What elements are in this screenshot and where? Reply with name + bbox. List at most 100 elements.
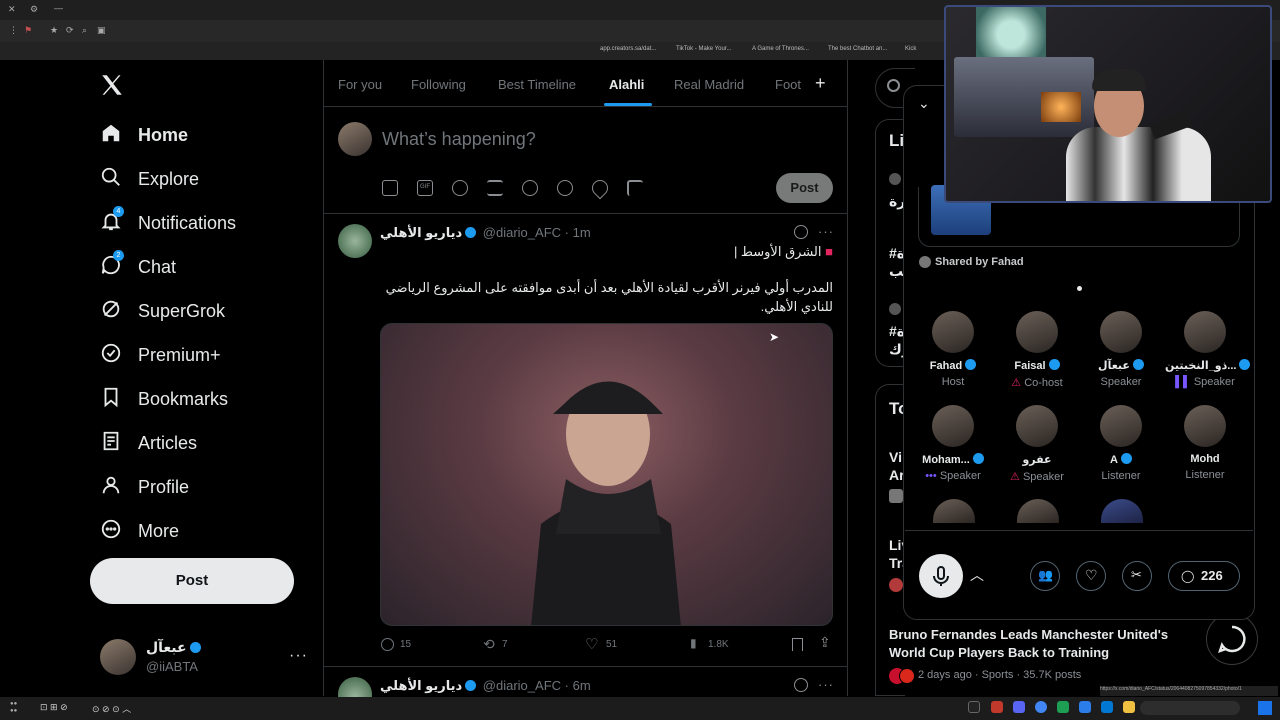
- nav-item-home[interactable]: Home: [100, 122, 188, 149]
- composer-input[interactable]: What’s happening?: [382, 129, 536, 150]
- repost-icon[interactable]: ⟲: [483, 636, 495, 653]
- tab-following[interactable]: Following: [411, 77, 466, 92]
- tweet-time[interactable]: · 6m: [565, 678, 591, 693]
- bookmark-item[interactable]: Kick: [905, 46, 916, 52]
- tab-for-you[interactable]: For you: [338, 77, 382, 92]
- nav-item-chat[interactable]: 2 Chat: [100, 250, 176, 281]
- poll-icon[interactable]: [487, 180, 503, 196]
- nav-item-supergrok[interactable]: SuperGrok: [100, 298, 225, 325]
- image-icon[interactable]: [382, 180, 398, 196]
- participant[interactable]: Fahad Host: [913, 311, 993, 388]
- like-icon[interactable]: ♡: [585, 635, 598, 653]
- bookmark-item[interactable]: A Game of Thrones...: [752, 46, 809, 52]
- schedule-icon[interactable]: [557, 180, 573, 196]
- participant[interactable]: ذو_النخبتين... ▌▌ Speaker: [1165, 311, 1251, 388]
- search-icon[interactable]: ⌕: [82, 25, 87, 36]
- tweet-author-name[interactable]: دياريو الأهلي: [380, 678, 462, 693]
- bookmark-item[interactable]: TikTok - Make Your...: [676, 46, 731, 52]
- tab-real-madrid[interactable]: Real Madrid: [674, 77, 744, 92]
- app-taskbar-icon[interactable]: [1057, 701, 1069, 713]
- emoji-icon[interactable]: [522, 180, 538, 196]
- nav-item-explore[interactable]: Explore: [100, 166, 199, 193]
- news-avatar: [889, 578, 903, 592]
- explorer-taskbar-icon[interactable]: [1123, 701, 1135, 713]
- floating-chat-button[interactable]: [1206, 613, 1258, 665]
- microphone-button[interactable]: [919, 554, 963, 598]
- window-minimize-icon[interactable]: —: [54, 3, 63, 13]
- bookmark-item[interactable]: app.creators.sa/dat...: [600, 46, 656, 52]
- participant[interactable]: عفرو ⚠ Speaker: [997, 405, 1077, 483]
- composer-post-button[interactable]: Post: [776, 173, 833, 203]
- verified-badge-icon: [965, 359, 977, 370]
- account-menu-icon[interactable]: ···: [289, 647, 308, 665]
- reload-icon[interactable]: ⟳: [66, 25, 74, 36]
- tweet-avatar[interactable]: [338, 224, 372, 258]
- people-button[interactable]: 👥: [1030, 561, 1060, 591]
- flag-icon[interactable]: [627, 180, 643, 196]
- tweet-image[interactable]: [380, 323, 833, 626]
- bookmark-item[interactable]: The best Chatbot an...: [828, 46, 887, 52]
- chrome-taskbar-icon[interactable]: [1035, 701, 1047, 713]
- nav-item-profile[interactable]: Profile: [100, 474, 189, 501]
- window-close-icon[interactable]: ✕: [8, 4, 16, 15]
- taskbar-clock[interactable]: ●● ●●: [10, 701, 17, 715]
- nav-label: Notifications: [138, 213, 237, 233]
- grok-explain-icon[interactable]: [794, 225, 808, 239]
- tweet-more-icon[interactable]: ···: [818, 677, 834, 692]
- taskbar-tray-icons[interactable]: ⊙ ⊘ ⊙ ︿: [92, 702, 131, 715]
- nav-item-notifications[interactable]: 4 Notifications: [100, 206, 237, 237]
- add-tab-icon[interactable]: +: [815, 73, 826, 94]
- comment-count: 226: [1201, 568, 1223, 583]
- avatar[interactable]: [100, 639, 136, 675]
- star-icon[interactable]: ★: [50, 25, 58, 36]
- nav-item-more[interactable]: More: [100, 518, 179, 545]
- menu-dots-icon[interactable]: ⋮: [9, 25, 18, 36]
- window-settings-icon[interactable]: ⚙: [30, 4, 38, 15]
- x-logo-icon[interactable]: [99, 72, 125, 98]
- grok-icon[interactable]: [452, 180, 468, 196]
- tweet-more-icon[interactable]: ···: [818, 224, 834, 239]
- app-taskbar-icon[interactable]: [991, 701, 1003, 713]
- post-button[interactable]: Post: [90, 558, 294, 604]
- news-headline[interactable]: Bruno Fernandes Leads Manchester United'…: [889, 626, 1174, 662]
- tab-best-timeline[interactable]: Best Timeline: [498, 77, 576, 92]
- grok-explain-icon[interactable]: [794, 678, 808, 692]
- tweet-author-name[interactable]: دياريو الأهلي: [380, 225, 462, 240]
- news-fragment[interactable]: Vi: [889, 449, 902, 465]
- participant[interactable]: Faisal ⚠ Co-host: [997, 311, 1077, 389]
- participant[interactable]: Moham... ••• Speaker: [913, 405, 993, 482]
- bookmark-icon[interactable]: [792, 638, 803, 651]
- tab-foot[interactable]: Foot: [775, 77, 801, 92]
- comments-button[interactable]: ◯ 226: [1168, 561, 1240, 591]
- nav-item-premium[interactable]: Premium+: [100, 342, 221, 369]
- nav-item-bookmarks[interactable]: Bookmarks: [100, 386, 228, 413]
- gif-icon[interactable]: GIF: [417, 180, 433, 196]
- react-button[interactable]: ♡: [1076, 561, 1106, 591]
- taskbar-search[interactable]: [1140, 701, 1240, 715]
- avatar: [1100, 405, 1142, 447]
- views-icon[interactable]: ▮: [690, 636, 697, 650]
- windows-start-icon[interactable]: [1258, 701, 1272, 715]
- taskbar-tray-icons[interactable]: ⊡ ⊞ ⊘: [40, 702, 68, 713]
- participant[interactable]: Mohd Listener: [1165, 405, 1245, 481]
- share-icon[interactable]: ⇪: [819, 634, 831, 651]
- participant[interactable]: عبعآل Speaker: [1081, 311, 1161, 388]
- heart-plus-icon: ♡: [1085, 567, 1098, 583]
- app-taskbar-icon[interactable]: [1101, 701, 1113, 713]
- app-taskbar-icon[interactable]: [1079, 701, 1091, 713]
- discord-taskbar-icon[interactable]: [1013, 701, 1025, 713]
- chevron-up-icon[interactable]: ︿: [970, 565, 984, 585]
- chevron-down-icon[interactable]: ⌄: [918, 95, 930, 112]
- reply-icon[interactable]: [381, 638, 394, 651]
- tiktok-taskbar-icon[interactable]: [968, 701, 980, 713]
- views-count: 1.8K: [708, 639, 729, 650]
- tweet-handle[interactable]: @diario_AFC: [483, 225, 561, 240]
- participant[interactable]: A Listener: [1081, 405, 1161, 482]
- clip-button[interactable]: ✂: [1122, 561, 1152, 591]
- tab-alahli[interactable]: Alahli: [609, 77, 644, 92]
- extension-icon[interactable]: ▣: [97, 25, 106, 36]
- tweet-handle[interactable]: @diario_AFC: [483, 678, 561, 693]
- tweet-time[interactable]: · 1m: [565, 225, 591, 240]
- participant-name: Fahad: [929, 360, 963, 372]
- nav-item-articles[interactable]: Articles: [100, 430, 197, 457]
